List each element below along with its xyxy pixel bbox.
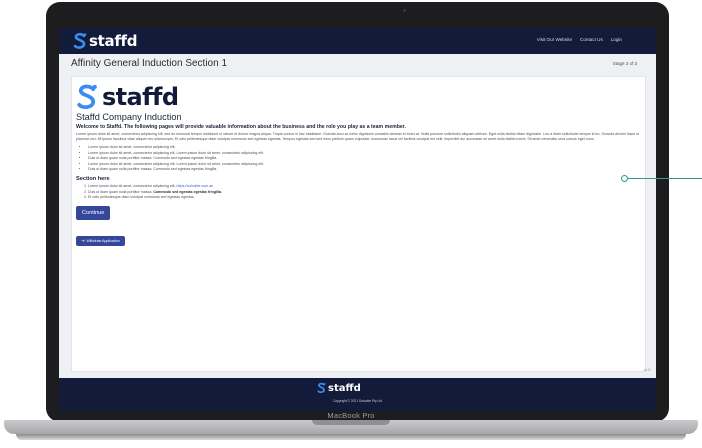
version-label: v1.3 [643, 368, 650, 372]
section-heading: Section here [76, 176, 110, 183]
footer-brand: staffd [328, 382, 361, 394]
header-nav: Visit Our Website Contact Us Login [537, 37, 622, 42]
webcam [403, 9, 406, 12]
list-item-bold-text: Commodo sed egestas egestas fringilla. [153, 189, 223, 194]
list-item-text: Duis ut diam quam nulla porttitor massa. [88, 189, 153, 194]
withdraw-application-button[interactable]: ⇥ Withdraw Application [76, 235, 125, 246]
laptop-notch [312, 420, 390, 425]
intro-paragraph: Lorem ipsum dolor sit amet, consectetur … [76, 132, 640, 142]
list-item: Duis ut diam quam nulla porttitor massa.… [88, 167, 642, 172]
laptop-screen: staffd Visit Our Website Contact Us Logi… [59, 28, 656, 411]
list-item-text: Lorem ipsum dolor sit amet, consectetur … [88, 184, 176, 189]
welcome-text: Welcome to Staffd. The following pages w… [76, 124, 406, 130]
nav-contact-us[interactable]: Contact Us [580, 37, 603, 42]
nav-visit-website[interactable]: Visit Our Website [537, 37, 572, 42]
continue-button[interactable]: Continue [76, 205, 111, 220]
page: staffd Visit Our Website Contact Us Logi… [0, 0, 702, 448]
staffd-logo-icon [77, 84, 97, 110]
staffd-logo-icon [73, 32, 87, 49]
callout-dot [621, 175, 628, 182]
footer-logo: staffd [317, 382, 361, 394]
hero-brand: staffd [102, 83, 179, 111]
copyright-text: Copyright © 2021 Solvable Pty Ltd [333, 399, 382, 403]
title-bar: Affinity General Induction Section 1 Sta… [71, 58, 643, 72]
numbered-list: Lorem ipsum dolor sit amet, consectetur … [76, 184, 642, 200]
header-brand: staffd [89, 32, 138, 50]
hero-logo: staffd [76, 83, 642, 111]
laptop-base-shadow [16, 434, 686, 440]
exit-arrow-icon: ⇥ [81, 238, 85, 244]
content-card: staffd Staffd Company Induction Welcome … [71, 76, 646, 372]
header-logo[interactable]: staffd [73, 32, 138, 50]
induction-heading: Staffd Company Induction [76, 112, 182, 122]
page-title: Affinity General Induction Section 1 [71, 58, 228, 69]
nav-login[interactable]: Login [611, 37, 622, 42]
stage-indicator: Stage 2 of 3 [612, 61, 637, 66]
bullet-list: Lorem ipsum dolor sit amet, consectetur … [76, 145, 642, 172]
staffd-logo-icon [317, 382, 326, 394]
device-model-label: MacBook Pro [327, 411, 375, 420]
app-header: staffd Visit Our Website Contact Us Logi… [59, 28, 656, 54]
withdraw-label: Withdraw Application [86, 239, 120, 244]
app-footer: staffd Copyright © 2021 Solvable Pty Ltd [59, 378, 656, 411]
callout-line [628, 178, 702, 179]
content-body: staffd Staffd Company Induction Welcome … [76, 83, 642, 247]
solvable-link[interactable]: https://solvable.com.au [177, 184, 214, 188]
